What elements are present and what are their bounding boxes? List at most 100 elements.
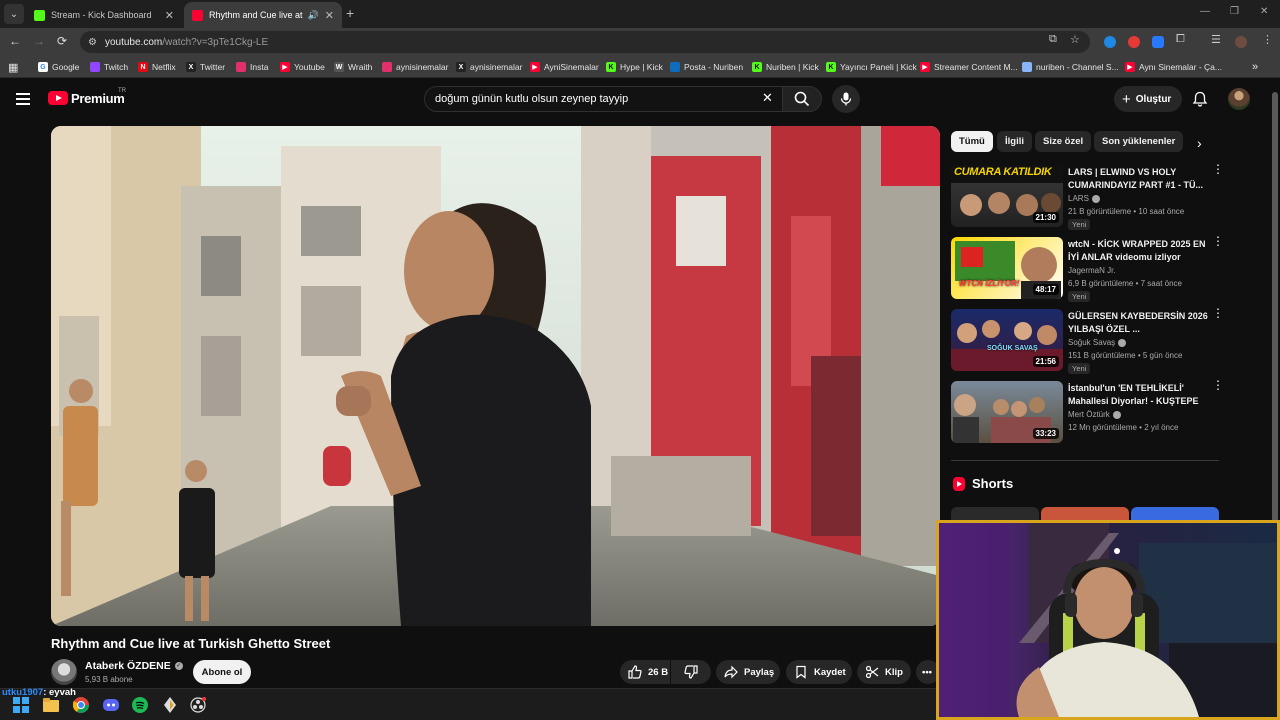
- clear-search-icon[interactable]: ✕: [762, 90, 773, 106]
- recommended-channel[interactable]: Mert Öztürk: [1068, 410, 1121, 419]
- cast-icon[interactable]: ⧉: [1049, 33, 1057, 46]
- new-tab-button[interactable]: +: [346, 5, 354, 21]
- recommended-video[interactable]: SOĞUK SAVAŞ 21:56 GÜLERSEN KAYBEDERSİN 2…: [951, 307, 1224, 374]
- short-thumbnail[interactable]: [951, 507, 1039, 520]
- file-explorer-icon[interactable]: [43, 697, 59, 713]
- window-close-icon[interactable]: ✕: [1260, 6, 1268, 17]
- clip-button[interactable]: Klip: [857, 660, 911, 684]
- recommended-video[interactable]: WTCN İZLİYOR! 48:17 wtcN - KİCK WRAPPED …: [951, 235, 1224, 302]
- recommended-video[interactable]: 33:23 İstanbul'un 'EN TEHLİKELİ' Mahalle…: [951, 379, 1224, 443]
- chrome-menu-icon[interactable]: ⋮: [1262, 33, 1273, 46]
- subscribe-button[interactable]: Abone ol: [193, 660, 251, 684]
- recommended-video-title[interactable]: LARS | ELWIND VS HOLY CUMARINDAYIZ PART …: [1068, 166, 1208, 192]
- video-thumbnail[interactable]: CUMARA KATILDIK 21:30: [951, 165, 1063, 227]
- chevron-right-icon[interactable]: ›: [1197, 135, 1202, 151]
- chip-all[interactable]: Tümü: [951, 131, 993, 152]
- search-query: doğum günün kutlu olsun zeynep tayyip: [435, 93, 629, 105]
- more-vertical-icon[interactable]: ⋮: [1212, 163, 1224, 175]
- apps-grid-icon[interactable]: ▦: [8, 60, 18, 74]
- bookmark-nuriben-kick[interactable]: K Nuriben | Kick: [752, 60, 819, 74]
- search-button[interactable]: [782, 86, 822, 112]
- channel-name[interactable]: Ataberk ÖZDENE ✓: [85, 660, 183, 672]
- dislike-button[interactable]: [671, 660, 711, 684]
- site-info-icon[interactable]: ⚙: [88, 37, 97, 48]
- bookmark-youtube[interactable]: ▶ Youtube: [280, 60, 325, 74]
- menu-icon[interactable]: [16, 93, 30, 105]
- video-thumbnail[interactable]: 33:23: [951, 381, 1063, 443]
- bookmark-streamer-content[interactable]: ▶ Streamer Content M...: [920, 60, 1018, 74]
- obs-icon[interactable]: [190, 697, 206, 713]
- tab-search-button[interactable]: ⌄: [4, 4, 24, 24]
- bookmark-channel-studio[interactable]: nuriben - Channel S...: [1022, 60, 1119, 74]
- minimize-icon[interactable]: —: [1200, 6, 1210, 17]
- bookmark-star-icon[interactable]: ☆: [1070, 33, 1080, 46]
- tab-youtube-video[interactable]: Rhythm and Cue live at Turki 🔊 ✕: [184, 2, 342, 28]
- bookmark-twitter[interactable]: X Twitter: [186, 60, 225, 74]
- close-tab-icon[interactable]: ✕: [325, 9, 334, 22]
- reading-list-icon[interactable]: ☰: [1211, 33, 1221, 46]
- recommended-channel[interactable]: Soğuk Savaş: [1068, 338, 1127, 347]
- chrome-icon[interactable]: [73, 697, 89, 713]
- bookmark-posta-nuriben[interactable]: Posta - Nuriben: [670, 60, 743, 74]
- more-bookmarks-icon[interactable]: »: [1252, 60, 1258, 74]
- maximize-icon[interactable]: ❐: [1230, 6, 1239, 17]
- video-player[interactable]: [51, 126, 940, 626]
- like-button[interactable]: 26 B: [620, 660, 670, 684]
- youtube-premium-logo[interactable]: Premium: [71, 91, 125, 106]
- channel-avatar[interactable]: [51, 659, 77, 685]
- reload-icon[interactable]: ⟳: [57, 34, 67, 48]
- video-thumbnail[interactable]: WTCN İZLİYOR! 48:17: [951, 237, 1063, 299]
- video-thumbnail[interactable]: SOĞUK SAVAŞ 21:56: [951, 309, 1063, 371]
- close-tab-icon[interactable]: ✕: [165, 9, 174, 22]
- bookmark-hype-kick[interactable]: K Hype | Kick: [606, 60, 663, 74]
- recommended-video-title[interactable]: İstanbul'un 'EN TEHLİKELİ' Mahallesi Diy…: [1068, 382, 1208, 408]
- audio-playing-icon[interactable]: 🔊: [308, 10, 319, 21]
- account-avatar[interactable]: [1228, 88, 1250, 110]
- bookmark-yayinci-paneli[interactable]: K Yayıncı Paneli | Kick: [826, 60, 917, 74]
- short-thumbnail[interactable]: [1041, 507, 1129, 520]
- create-button[interactable]: + Oluştur: [1114, 86, 1182, 112]
- bookmark-ayni-sinemalar[interactable]: ▶ Aynı Sinemalar - Ça...: [1125, 60, 1222, 74]
- extension-icon[interactable]: [1128, 36, 1140, 48]
- bookmark-insta[interactable]: Insta: [236, 60, 268, 74]
- browser-toolbar: ← → ⟳ ⚙ youtube.com/watch?v=3pTe1Ckg-LE …: [0, 28, 1280, 56]
- extension-icon[interactable]: [1104, 36, 1116, 48]
- tab-kick-dashboard[interactable]: Stream - Kick Dashboard ✕: [26, 2, 182, 28]
- bookmark-instagram-aynisinemalar[interactable]: aynisinemalar: [382, 60, 448, 74]
- more-vertical-icon[interactable]: ⋮: [1212, 235, 1224, 247]
- spotify-icon[interactable]: [132, 697, 148, 713]
- bookmark-youtube-aynisinemalar[interactable]: ▶ AyniSinemalar: [530, 60, 599, 74]
- recommended-channel[interactable]: JagermaN Jr.: [1068, 266, 1116, 275]
- search-input[interactable]: doğum günün kutlu olsun zeynep tayyip: [424, 86, 784, 112]
- save-button[interactable]: Kaydet: [786, 660, 852, 684]
- bookmark-twitch[interactable]: Twitch: [90, 60, 128, 74]
- more-vertical-icon[interactable]: ⋮: [1212, 307, 1224, 319]
- shield-extension-icon[interactable]: [1152, 36, 1164, 48]
- recommended-video-title[interactable]: wtcN - KİCK WRAPPED 2025 EN İYİ ANLAR vi…: [1068, 238, 1208, 264]
- back-arrow-icon[interactable]: ←: [9, 34, 21, 48]
- profile-avatar-icon[interactable]: [1235, 36, 1247, 48]
- forward-arrow-icon[interactable]: →: [33, 34, 45, 48]
- recommended-video-title[interactable]: GÜLERSEN KAYBEDERSİN 2026 YILBAŞI ÖZEL .…: [1068, 310, 1208, 336]
- notifications-bell-icon[interactable]: [1192, 91, 1208, 107]
- youtube-logo-icon[interactable]: [48, 91, 68, 105]
- short-thumbnail[interactable]: [1131, 507, 1219, 520]
- discord-icon[interactable]: [103, 697, 119, 713]
- bookmark-wraith[interactable]: W Wraith: [334, 60, 372, 74]
- bookmark-x-aynisinemalar[interactable]: Xaynisinemalar: [456, 60, 522, 74]
- share-button[interactable]: Paylaş: [716, 660, 780, 684]
- address-bar[interactable]: ⚙ youtube.com/watch?v=3pTe1Ckg-LE: [80, 31, 1090, 53]
- bookmark-google[interactable]: G Google: [38, 60, 79, 74]
- bookmark-netflix[interactable]: N Netflix: [138, 60, 176, 74]
- voice-search-button[interactable]: [832, 85, 860, 113]
- recommended-channel[interactable]: LARS: [1068, 194, 1100, 203]
- chip-related[interactable]: İlgili: [997, 131, 1032, 152]
- chip-recently-uploaded[interactable]: Son yüklenenler: [1094, 131, 1184, 152]
- more-vertical-icon[interactable]: ⋮: [1212, 379, 1224, 391]
- app-icon[interactable]: [162, 697, 178, 713]
- recommended-video[interactable]: CUMARA KATILDIK 21:30 LARS | ELWIND VS H…: [951, 163, 1224, 230]
- extensions-puzzle-icon[interactable]: ⧠: [1176, 33, 1185, 46]
- chip-for-you[interactable]: Size özel: [1035, 131, 1092, 152]
- windows-start-icon[interactable]: [13, 697, 29, 713]
- scrollbar-thumb[interactable]: [1272, 92, 1278, 522]
